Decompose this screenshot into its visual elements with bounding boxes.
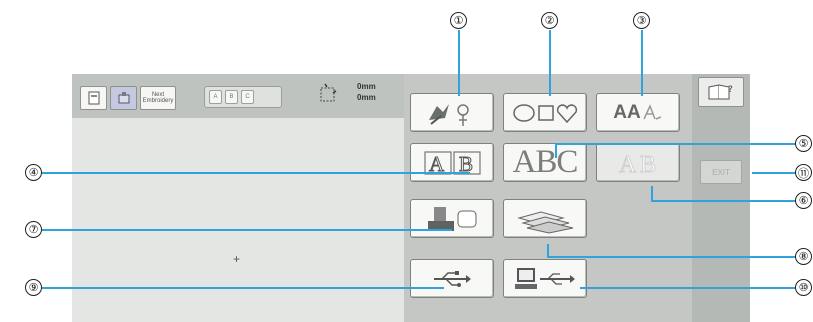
callout-1: ① <box>450 12 467 29</box>
leader-line-4 <box>42 172 470 174</box>
leader-line-9 <box>42 287 444 289</box>
saved-patterns-button[interactable] <box>503 199 587 238</box>
callout-11: ⑪ <box>795 164 812 181</box>
pattern-preview-area: + <box>72 118 404 322</box>
leader-line-8-h <box>547 256 797 258</box>
alphabet-glyph: AA <box>613 101 641 123</box>
outline-ab-icon: A B <box>619 151 657 177</box>
monogram-button[interactable]: A B <box>410 143 494 182</box>
book-stack-icon <box>517 210 574 234</box>
leader-line-5-h <box>555 143 797 145</box>
callout-4: ④ <box>25 164 42 181</box>
bird-flower-icon <box>429 103 469 126</box>
hoop-slot-a[interactable]: A <box>209 90 222 104</box>
abc-glyph: ABC <box>512 144 579 180</box>
script-letter-icon <box>643 103 661 120</box>
leader-line-6-v <box>651 186 653 201</box>
leader-line-3 <box>641 30 643 96</box>
hoop-slot-b[interactable]: B <box>225 90 238 104</box>
pattern-size-icon <box>320 83 337 102</box>
character-patterns-button[interactable]: ABC <box>503 143 587 182</box>
top-toolbar: Next Embroidery A B C 0mm 0mm <box>72 74 404 118</box>
center-mark: + <box>233 252 241 266</box>
callout-9: ⑨ <box>25 279 42 296</box>
decorative-alphabet-button[interactable]: A B <box>596 143 680 182</box>
category-menu: AA A B ABC A B <box>404 74 692 322</box>
next-embroidery-button[interactable]: Next Embroidery <box>140 86 176 110</box>
sewing-icon <box>118 92 129 104</box>
callout-3: ③ <box>633 12 650 29</box>
callout-2: ② <box>541 12 558 29</box>
leader-line-5-v <box>555 143 557 158</box>
callout-5: ⑤ <box>795 135 812 152</box>
embroidery-selection-screen: Next Embroidery A B C 0mm 0mm + AA A B A… <box>72 74 750 322</box>
next-embroidery-label: Next Embroidery <box>142 92 174 104</box>
callout-8: ⑧ <box>795 248 812 265</box>
document-icon <box>88 91 99 105</box>
utility-embroidery-button[interactable] <box>410 199 494 238</box>
callout-6: ⑥ <box>795 192 812 209</box>
callout-7: ⑦ <box>25 221 42 238</box>
help-button[interactable]: ? <box>698 77 744 107</box>
size-width-value: 0mm <box>357 93 376 102</box>
embroidery-button[interactable] <box>110 86 137 110</box>
svg-text:B: B <box>640 152 656 177</box>
svg-text:?: ? <box>728 85 733 95</box>
computer-usb-icon <box>515 267 575 289</box>
leader-line-7 <box>42 229 452 231</box>
alphabet-patterns-button[interactable]: AA <box>596 93 680 132</box>
leader-line-2 <box>549 30 551 96</box>
leader-line-8-v <box>547 244 549 257</box>
usb-media-button[interactable] <box>410 259 494 298</box>
leader-line-10 <box>580 287 796 289</box>
usb-icon <box>434 270 471 287</box>
frame-patterns-button[interactable] <box>503 93 587 132</box>
callout-10: ⑩ <box>795 279 812 296</box>
memory-button[interactable] <box>80 86 107 110</box>
computer-usb-button[interactable] <box>503 259 587 298</box>
hoop-size-selector[interactable]: A B C <box>204 86 282 108</box>
hoop-slot-c[interactable]: C <box>241 90 254 104</box>
exit-button-label: EXIT <box>712 167 730 177</box>
exit-button[interactable]: EXIT <box>700 160 742 184</box>
leader-line-6-h <box>651 200 797 202</box>
size-height-value: 0mm <box>357 82 376 91</box>
embroidery-patterns-button[interactable] <box>410 93 494 132</box>
svg-text:A: A <box>619 152 637 177</box>
pattern-size-readout: 0mm 0mm <box>357 81 376 103</box>
open-book-help-icon: ? <box>708 84 733 100</box>
right-rail: ? EXIT <box>692 74 750 322</box>
leader-line-11 <box>752 172 796 174</box>
frame-shapes-icon <box>513 103 578 123</box>
leader-line-1 <box>458 30 460 96</box>
